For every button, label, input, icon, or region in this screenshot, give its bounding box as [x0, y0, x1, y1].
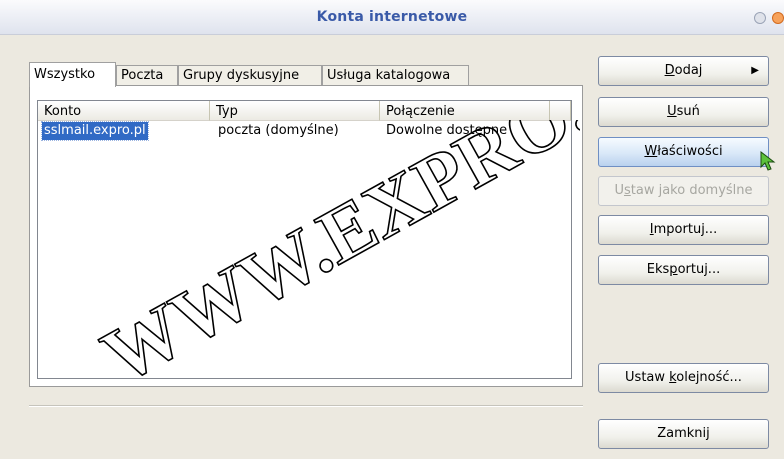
submenu-arrow-icon: ▶: [751, 65, 759, 76]
add-label: Dodaj: [664, 63, 703, 78]
column-header-polaczenie[interactable]: Połączenie: [380, 101, 550, 121]
remove-button[interactable]: Usuń: [598, 97, 769, 127]
list-header: Konto Typ Połączenie: [38, 101, 571, 121]
tab-grupy-dyskusyjne[interactable]: Grupy dyskusyjne: [178, 65, 322, 87]
export-button[interactable]: Eksportuj...: [598, 255, 769, 285]
set-default-button[interactable]: Ustaw jako domyślne: [598, 176, 769, 206]
cell-polaczenie: Dowolne dostępne: [386, 123, 508, 138]
table-row[interactable]: sslmail.expro.pl poczta (domyślne) Dowol…: [38, 121, 571, 141]
tab-wszystko[interactable]: Wszystko: [29, 62, 116, 87]
tab-poczta[interactable]: Poczta: [116, 65, 178, 87]
cell-typ: poczta (domyślne): [218, 123, 339, 138]
cell-konto[interactable]: sslmail.expro.pl: [41, 121, 149, 141]
tab-usluga-katalogowa[interactable]: Usługa katalogowa: [322, 65, 469, 87]
title-bar: Konta internetowe: [0, 0, 784, 35]
accounts-list[interactable]: Konto Typ Połączenie sslmail.expro.pl po…: [37, 100, 572, 379]
add-button[interactable]: Dodaj ▶: [598, 56, 769, 86]
separator: [29, 405, 583, 407]
mouse-cursor-icon: [760, 150, 776, 171]
set-order-button[interactable]: Ustaw kolejność...: [598, 363, 769, 393]
minimize-button[interactable]: [754, 12, 766, 24]
import-button[interactable]: Importuj...: [598, 215, 769, 245]
window-title: Konta internetowe: [316, 9, 468, 25]
column-header-typ[interactable]: Typ: [210, 101, 380, 121]
column-header-konto[interactable]: Konto: [38, 101, 210, 121]
column-header-filler: [550, 101, 571, 121]
close-window-button[interactable]: [772, 12, 784, 24]
properties-button[interactable]: Właściwości: [598, 137, 769, 167]
close-button[interactable]: Zamknij: [598, 419, 769, 449]
